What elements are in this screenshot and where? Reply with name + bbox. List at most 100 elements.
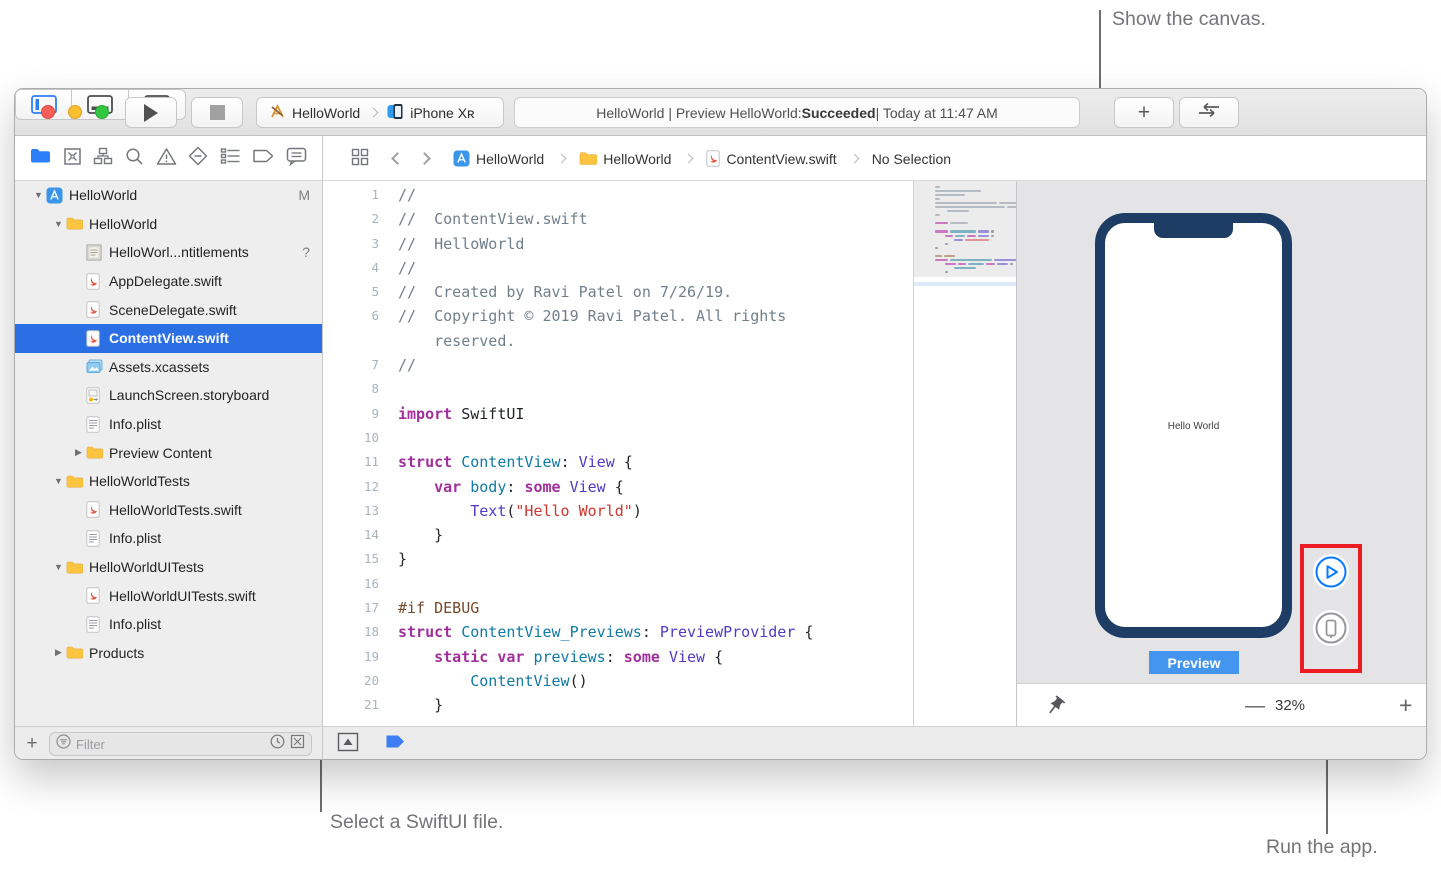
preview-canvas: Hello World Preview — 32% +: [1016, 181, 1427, 726]
breakpoint-navigator-tab[interactable]: [252, 148, 274, 169]
code-line[interactable]: 9import SwiftUI: [323, 402, 913, 426]
related-items-icon[interactable]: [351, 148, 369, 169]
filter-icon: [56, 734, 71, 754]
code-line[interactable]: 15}: [323, 547, 913, 571]
stop-button[interactable]: [191, 97, 243, 128]
filter-field[interactable]: Filter: [49, 732, 312, 756]
breadcrumb-group[interactable]: HelloWorld: [579, 151, 671, 167]
test-navigator-tab[interactable]: [188, 146, 208, 171]
code-text: struct ContentView: View {: [379, 450, 633, 474]
tree-row-preview-content[interactable]: ▶ Preview Content: [15, 438, 322, 467]
annotation-select-file: Select a SwiftUI file.: [330, 811, 503, 834]
tree-row-label: Preview Content: [109, 445, 310, 461]
source-editor[interactable]: 1//2// ContentView.swift3// HelloWorld4/…: [323, 181, 913, 726]
code-line[interactable]: 10: [323, 426, 913, 450]
breadcrumb-file[interactable]: ContentView.swift: [706, 150, 836, 167]
symbol-navigator-tab[interactable]: [93, 147, 113, 170]
zoom-window-button[interactable]: [95, 105, 109, 119]
tree-row-assets-xcassets[interactable]: Assets.xcassets: [15, 353, 322, 382]
recent-files-filter-icon[interactable]: [270, 734, 285, 754]
code-line[interactable]: 2// ContentView.swift: [323, 207, 913, 231]
line-number: 5: [323, 280, 379, 304]
tree-row-scenedelegate-swift[interactable]: SceneDelegate.swift: [15, 295, 322, 324]
project-navigator-tab[interactable]: [30, 147, 51, 170]
navigator-tab-bar: [15, 136, 323, 181]
disclosure-triangle-icon[interactable]: ▼: [51, 476, 66, 486]
tree-row-products[interactable]: ▶Products: [15, 639, 322, 668]
toolbar: HelloWorld iPhone Xʀ HelloWorld | Previe…: [15, 89, 1426, 136]
code-line[interactable]: 11struct ContentView: View {: [323, 450, 913, 474]
code-review-button[interactable]: [1179, 97, 1239, 128]
activity-status-bar: HelloWorld | Preview HelloWorld: Succeed…: [514, 97, 1080, 128]
code-line[interactable]: 19 static var previews: some View {: [323, 645, 913, 669]
code-line[interactable]: 13 Text("Hello World"): [323, 499, 913, 523]
scm-status-filter-icon[interactable]: [290, 734, 305, 754]
source-control-navigator-tab[interactable]: [63, 147, 82, 171]
report-navigator-tab[interactable]: [286, 147, 307, 171]
code-line[interactable]: 14 }: [323, 523, 913, 547]
library-button[interactable]: +: [1114, 97, 1174, 128]
line-number: 6: [323, 304, 379, 328]
add-file-button[interactable]: +: [15, 733, 49, 755]
run-button[interactable]: [125, 97, 177, 128]
debug-navigator-tab[interactable]: [220, 147, 241, 170]
entitlements-icon: [86, 244, 103, 261]
code-text: static var previews: some View {: [379, 645, 723, 669]
code-line[interactable]: reserved.: [323, 329, 913, 353]
go-back-button[interactable]: [391, 152, 404, 165]
tree-row-contentview-swift[interactable]: ContentView.swift: [15, 324, 322, 353]
disclosure-triangle-icon[interactable]: ▶: [71, 447, 86, 458]
tree-row-helloworld[interactable]: ▼HelloWorldM: [15, 181, 322, 210]
tree-row-info-plist[interactable]: Info.plist: [15, 610, 322, 639]
code-line[interactable]: 7//: [323, 353, 913, 377]
code-line[interactable]: 17#if DEBUG: [323, 596, 913, 620]
code-line[interactable]: 3// HelloWorld: [323, 232, 913, 256]
breakpoints-toggle-button[interactable]: [385, 734, 405, 754]
folder-icon: [579, 151, 597, 166]
tree-row-label: HelloWorldTests.swift: [109, 502, 310, 518]
swift-icon: [86, 587, 103, 604]
code-line[interactable]: 21 }: [323, 693, 913, 717]
find-navigator-tab[interactable]: [125, 147, 144, 171]
tree-row-appdelegate-swift[interactable]: AppDelegate.swift: [15, 267, 322, 296]
tree-row-helloworlduitests[interactable]: ▼HelloWorldUITests: [15, 553, 322, 582]
disclosure-triangle-icon[interactable]: ▼: [51, 219, 66, 229]
tree-row-launchscreen-storyboard[interactable]: LaunchScreen.storyboard: [15, 381, 322, 410]
disclosure-triangle-icon[interactable]: ▶: [51, 647, 66, 658]
canvas-bottom-bar: — 32% +: [1017, 683, 1427, 726]
code-line[interactable]: 12 var body: some View {: [323, 475, 913, 499]
hide-debug-area-button[interactable]: [337, 732, 359, 757]
code-line[interactable]: 6// Copyright © 2019 Ravi Patel. All rig…: [323, 304, 913, 328]
tree-row-helloworld[interactable]: ▼HelloWorld: [15, 210, 322, 239]
code-text: struct ContentView_Previews: PreviewProv…: [379, 620, 813, 644]
tree-row-helloworldtests[interactable]: ▼HelloWorldTests: [15, 467, 322, 496]
breadcrumb-selection[interactable]: No Selection: [872, 151, 951, 167]
issue-navigator-tab[interactable]: [156, 147, 177, 171]
tree-row-helloworlduitests-swift[interactable]: HelloWorldUITests.swift: [15, 581, 322, 610]
code-line[interactable]: 18struct ContentView_Previews: PreviewPr…: [323, 620, 913, 644]
disclosure-triangle-icon[interactable]: ▼: [51, 562, 66, 572]
go-forward-button[interactable]: [418, 152, 431, 165]
tree-row-info-plist[interactable]: Info.plist: [15, 524, 322, 553]
code-line[interactable]: 8: [323, 377, 913, 401]
code-line[interactable]: 5// Created by Ravi Patel on 7/26/19.: [323, 280, 913, 304]
tree-row-helloworldtests-swift[interactable]: HelloWorldTests.swift: [15, 496, 322, 525]
tree-row-info-plist[interactable]: Info.plist: [15, 410, 322, 439]
minimize-window-button[interactable]: [68, 105, 82, 119]
code-line[interactable]: 1//: [323, 183, 913, 207]
tree-row-helloworl-ntitlements[interactable]: HelloWorl...ntitlements?: [15, 238, 322, 267]
zoom-in-button[interactable]: +: [1399, 692, 1412, 719]
close-window-button[interactable]: [41, 105, 55, 119]
zoom-out-button[interactable]: —: [1245, 695, 1265, 718]
zoom-percentage[interactable]: 32%: [1275, 697, 1305, 714]
code-line[interactable]: 16: [323, 572, 913, 596]
scheme-selector[interactable]: HelloWorld iPhone Xʀ: [256, 97, 504, 128]
editor-minimap[interactable]: [913, 181, 1016, 726]
code-line[interactable]: 4//: [323, 256, 913, 280]
disclosure-triangle-icon[interactable]: ▼: [31, 190, 46, 200]
code-text: reserved.: [379, 329, 515, 353]
breadcrumb-project[interactable]: HelloWorld: [453, 150, 544, 167]
code-line[interactable]: 20 ContentView(): [323, 669, 913, 693]
stop-icon: [210, 105, 225, 120]
pin-preview-button[interactable]: [1045, 693, 1067, 722]
